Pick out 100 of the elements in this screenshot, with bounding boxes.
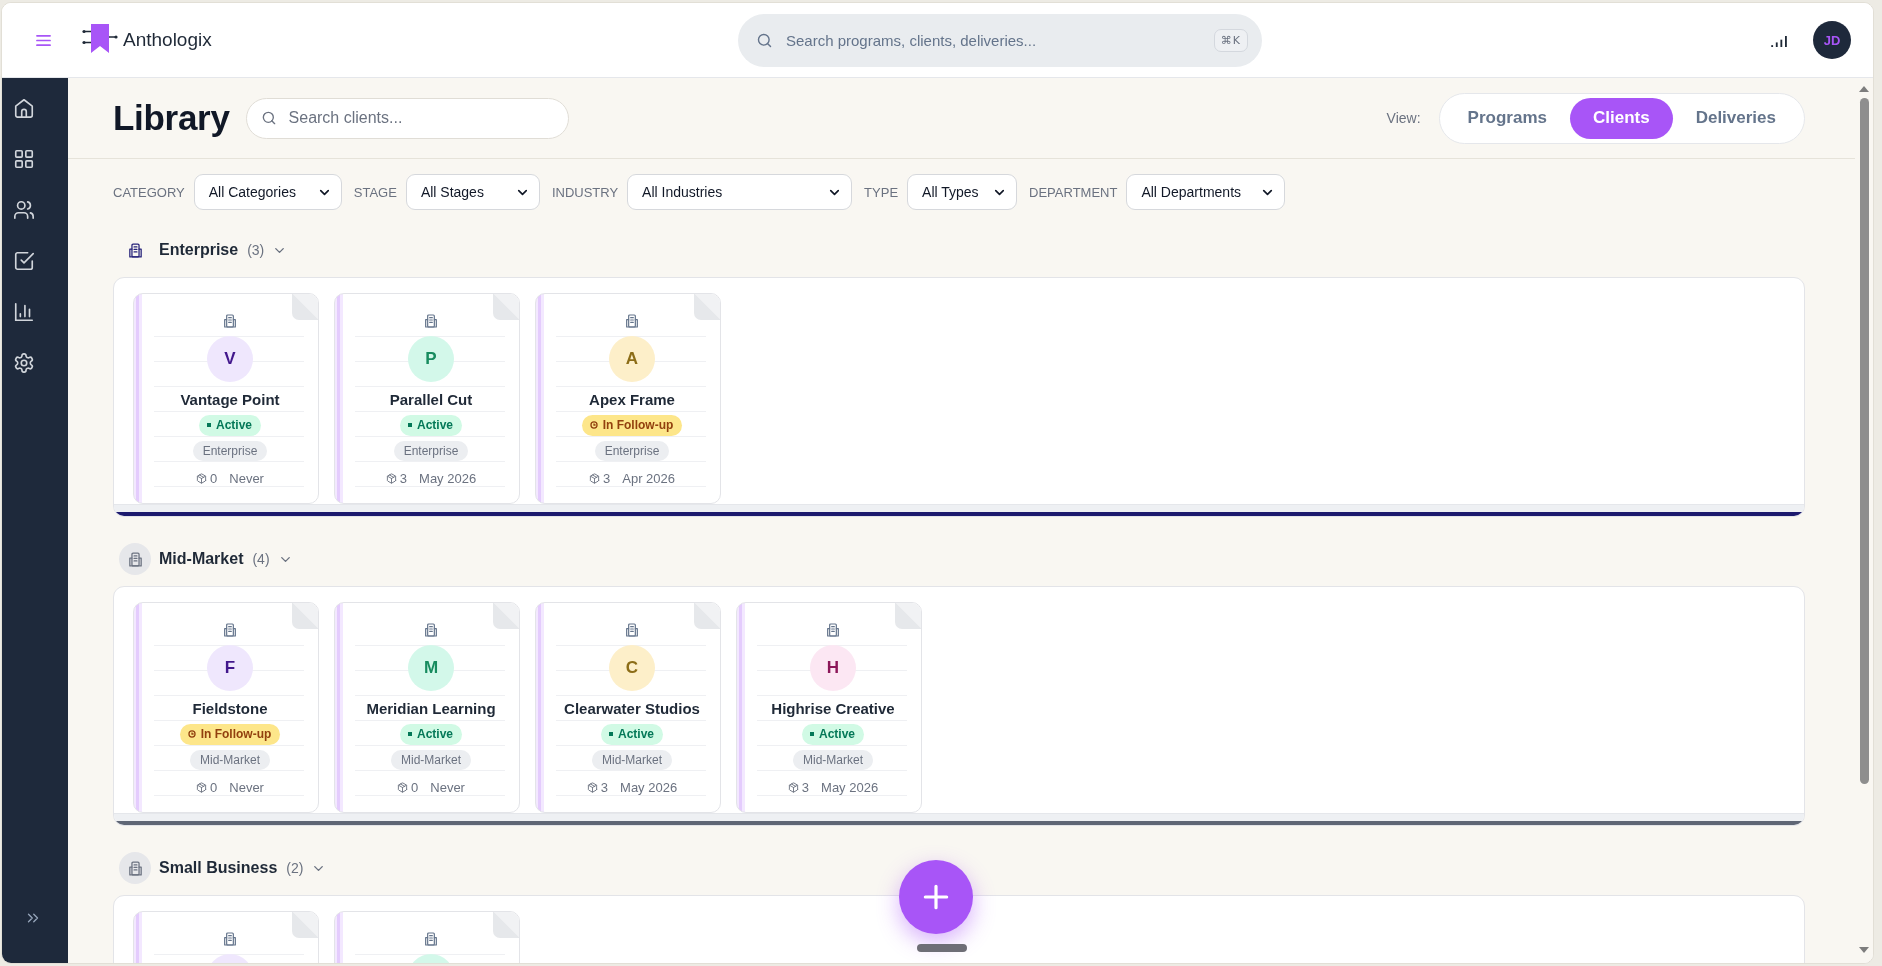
view-label: View: bbox=[1386, 110, 1421, 126]
folded-corner-icon bbox=[292, 603, 318, 629]
client-card[interactable]: F Fieldstone In Follow-up Mid-Market 0 Never bbox=[133, 602, 319, 813]
status-label: Active bbox=[417, 727, 453, 741]
item-count: 3 bbox=[600, 779, 609, 795]
folded-corner-icon bbox=[895, 603, 921, 629]
folded-corner-icon bbox=[493, 294, 519, 320]
client-card[interactable]: C Clearwater Studios Active Mid-Market 3 May 2026 bbox=[535, 602, 721, 813]
search-icon bbox=[756, 31, 773, 49]
building-icon bbox=[222, 931, 238, 947]
client-avatar: H bbox=[810, 645, 856, 691]
menu-icon[interactable] bbox=[36, 33, 51, 47]
box-icon bbox=[787, 781, 799, 793]
item-count: 3 bbox=[801, 779, 810, 795]
filter-select[interactable]: All Categories bbox=[193, 174, 342, 210]
category-tag: Enterprise bbox=[393, 441, 469, 461]
folded-corner-icon bbox=[292, 912, 318, 938]
filter-select[interactable]: All Industries bbox=[627, 174, 853, 210]
client-name: Clearwater Studios bbox=[564, 699, 700, 717]
item-count: 3 bbox=[399, 470, 408, 486]
category-tag: Mid-Market bbox=[793, 750, 873, 770]
client-card[interactable]: H Highrise Creative Active Mid-Market 3 May 2026 bbox=[736, 602, 922, 813]
date-text: May 2026 bbox=[620, 779, 678, 795]
building-icon bbox=[423, 313, 439, 329]
status-label: Active bbox=[618, 727, 654, 741]
client-avatar: A bbox=[609, 336, 655, 382]
category-tag: Enterprise bbox=[192, 441, 268, 461]
date-text: May 2026 bbox=[419, 470, 477, 486]
clock-icon bbox=[187, 730, 196, 738]
building-icon bbox=[222, 622, 238, 638]
client-name: Apex Frame bbox=[589, 390, 675, 408]
scrollbar-thumb[interactable] bbox=[1859, 98, 1869, 784]
user-avatar[interactable]: JD bbox=[1813, 21, 1851, 59]
group-title: Mid-Market bbox=[159, 550, 244, 568]
category-tag: Mid-Market bbox=[190, 750, 270, 770]
date-text: May 2026 bbox=[821, 779, 879, 795]
client-name: Vantage Point bbox=[180, 390, 280, 408]
bookmark-logo-icon bbox=[82, 23, 118, 54]
building-icon bbox=[222, 313, 238, 329]
home-icon[interactable] bbox=[13, 97, 35, 119]
status-label: In Follow-up bbox=[602, 418, 674, 432]
building-icon bbox=[624, 313, 640, 329]
filter-label: STAGE bbox=[353, 184, 397, 200]
users-icon[interactable] bbox=[13, 199, 35, 221]
client-name: Highrise Creative bbox=[771, 699, 895, 717]
building-icon bbox=[624, 622, 640, 638]
view-tab[interactable]: Programs bbox=[1444, 97, 1570, 139]
checkbox-icon[interactable] bbox=[13, 250, 35, 272]
client-card[interactable]: P Parallel Cut Active Enterprise 3 May 2026 bbox=[334, 293, 520, 504]
folded-corner-icon bbox=[694, 294, 720, 320]
client-card[interactable]: V Vantage Point Active Enterprise 0 Never bbox=[133, 293, 319, 504]
item-count: 0 bbox=[210, 779, 218, 795]
drag-handle[interactable] bbox=[917, 944, 967, 952]
client-avatar: F bbox=[207, 645, 253, 691]
status-label: In Follow-up bbox=[200, 727, 272, 741]
group-count: (2) bbox=[286, 860, 304, 876]
box-icon bbox=[385, 472, 397, 484]
box-icon bbox=[586, 781, 598, 793]
client-avatar: P bbox=[408, 336, 454, 382]
grid-icon[interactable] bbox=[13, 148, 35, 170]
building-icon bbox=[423, 622, 439, 638]
box-icon bbox=[196, 781, 208, 793]
client-avatar: C bbox=[609, 645, 655, 691]
search-icon bbox=[260, 109, 277, 126]
item-count: 0 bbox=[210, 470, 218, 486]
status-label: Active bbox=[417, 418, 453, 432]
client-search-field[interactable]: Search clients... bbox=[245, 97, 569, 139]
client-name: Fieldstone bbox=[192, 699, 268, 717]
group-title: Enterprise bbox=[159, 241, 239, 259]
client-card[interactable]: M Meridian Learning Active Mid-Market 0 Never bbox=[334, 602, 520, 813]
folded-corner-icon bbox=[493, 912, 519, 938]
filter-label: TYPE bbox=[864, 184, 899, 200]
folded-corner-icon bbox=[694, 603, 720, 629]
date-text: Never bbox=[430, 779, 465, 795]
date-text: Never bbox=[229, 470, 264, 486]
view-tab[interactable]: Clients bbox=[1569, 97, 1673, 139]
box-icon bbox=[589, 472, 600, 484]
category-tag: Enterprise bbox=[594, 441, 670, 461]
client-card[interactable]: A Apex Frame In Follow-up Enterprise 3 Apr 2026 bbox=[535, 293, 721, 504]
group-title: Small Business bbox=[159, 859, 278, 877]
filter-select[interactable]: All Types bbox=[907, 174, 1018, 210]
view-tab[interactable]: Deliveries bbox=[1672, 97, 1799, 139]
settings-icon[interactable] bbox=[13, 352, 35, 374]
folded-corner-icon bbox=[292, 294, 318, 320]
status-label: Active bbox=[819, 727, 855, 741]
bar-chart-icon[interactable] bbox=[13, 301, 35, 323]
filter-select[interactable]: All Stages bbox=[405, 174, 540, 210]
client-avatar: M bbox=[408, 645, 454, 691]
folded-corner-icon bbox=[493, 603, 519, 629]
brand-name: Anthologix bbox=[123, 29, 212, 51]
client-avatar: V bbox=[207, 336, 253, 382]
scroll-down-arrow-icon[interactable] bbox=[1859, 947, 1869, 953]
filter-select[interactable]: All Departments bbox=[1126, 174, 1286, 210]
filter-label: INDUSTRY bbox=[551, 184, 619, 200]
scroll-up-arrow-icon[interactable] bbox=[1859, 86, 1869, 92]
clock-icon bbox=[589, 421, 598, 429]
filter-label: DEPARTMENT bbox=[1029, 184, 1118, 200]
group-count: (3) bbox=[247, 242, 265, 258]
client-name: Meridian Learning bbox=[366, 699, 496, 717]
category-tag: Mid-Market bbox=[592, 750, 672, 770]
